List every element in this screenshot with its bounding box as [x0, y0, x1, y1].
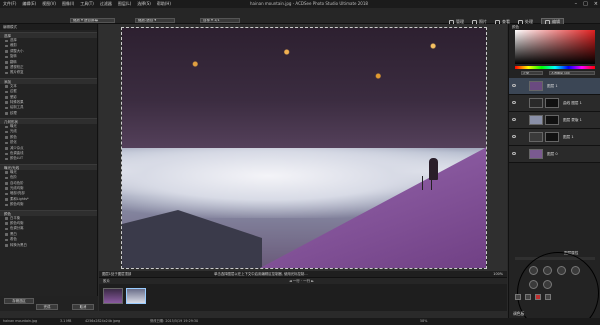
window-title: hainan mountain.jpg - ACDSee Photo Studi… — [250, 1, 368, 6]
status-date: 修改日期: 2015/5/19 19:29:30 — [150, 319, 199, 323]
tool-group: 曝光/光线 曝光 色阶 自动色阶 光线均衡 暗部/亮部 柔和Lights* 颜色均衡 — [0, 163, 97, 208]
tool-group: 几何形状 曝光 光线 颜色 锐化 减少杂点 色调曲线 颜色LUT — [0, 118, 97, 162]
duplicate-layer-icon[interactable] — [525, 294, 531, 300]
layer-row[interactable]: 图层 1 — [509, 129, 600, 146]
visibility-eye-icon[interactable] — [512, 101, 516, 104]
menu-item[interactable]: 图层(L) — [115, 1, 134, 7]
minimize-icon[interactable]: – — [575, 1, 578, 7]
done-button[interactable]: 完成 — [36, 304, 58, 310]
layer-mask-thumbnail[interactable] — [545, 115, 559, 125]
layer-name: 曲线 图层 1 — [563, 101, 582, 105]
target-dropdown[interactable]: 目标 ▾ 1/1 — [200, 18, 240, 23]
layer-dropdown[interactable]: 缩放-适合 ▾ — [135, 18, 175, 23]
status-zoom: 58% — [420, 319, 428, 323]
layer-row[interactable]: 图层 蒙版 1 — [509, 112, 600, 129]
menu-bar: 文件(F) 编辑(E) 视图(V) 图像(I) 工具(T) 过滤器 图层(L) 选择(S) 帮助… — [0, 1, 174, 7]
filmstrip-thumb-selected[interactable] — [126, 288, 146, 304]
menu-item[interactable]: 编辑(E) — [19, 1, 39, 7]
menu-item[interactable]: 选择(S) — [134, 1, 154, 7]
cancel-button[interactable]: 取消 — [72, 304, 94, 310]
tool-item[interactable]: 纹理 — [0, 111, 97, 116]
layer-thumbnail[interactable] — [529, 132, 543, 142]
palette-label: 调色板 — [513, 311, 525, 316]
layer-mask-thumbnail[interactable] — [545, 132, 559, 142]
highlight-circle — [517, 252, 599, 325]
tool-item[interactable]: 颜色LUT — [0, 156, 97, 161]
brightness-icon[interactable] — [557, 266, 566, 275]
panel-title: 编辑模式 — [0, 24, 97, 30]
menu-item[interactable]: 视图(V) — [39, 1, 59, 7]
status-file: hainan mountain.jpg — [3, 319, 38, 323]
status-size: 3.1 MB — [60, 319, 72, 323]
effects-icon[interactable] — [543, 280, 552, 289]
tool-item[interactable]: 颜色均衡 — [0, 202, 97, 207]
image-canvas[interactable] — [99, 24, 507, 271]
layer-tool-cluster — [509, 252, 600, 325]
photo-inverted-city — [122, 28, 486, 148]
save-selection-button[interactable]: 存储选区 — [4, 298, 34, 304]
mask-icon[interactable] — [529, 280, 538, 289]
layer-name: 图层 0 — [547, 152, 558, 156]
filmstrip-header: 胶片 ◄ 一行 · 一行 ► — [99, 277, 507, 284]
maximize-icon[interactable]: □ — [583, 1, 588, 7]
add-layer-icon[interactable] — [529, 266, 538, 275]
layer-name: 图层 1 — [563, 135, 574, 139]
edit-tools-panel: 编辑模式 选择 选择 裁剪 调整大小 旋转 翻转 透视校正 照片修复 添加 文本 边框 晕影 特殊效果绘… — [0, 24, 98, 303]
zoom-dropdown[interactable]: 缩放 ▾ 适合屏幕 — [70, 18, 115, 23]
layer-name: 图层 1 — [547, 84, 558, 88]
window-controls: – □ × — [575, 1, 598, 7]
left-panel-footer: 存储选区 完成 取消 — [0, 296, 98, 311]
layer-row[interactable]: 图层 0 — [509, 146, 600, 163]
visibility-eye-icon[interactable] — [512, 152, 516, 155]
photo-person — [429, 158, 438, 180]
menu-item[interactable]: 过滤器 — [97, 1, 115, 7]
toolbar: 缩放 ▾ 适合屏幕 缩放-适合 ▾ 目标 ▾ 1/1 管理 照片 查看 处理 编… — [0, 8, 600, 26]
tool-group: 选择 选择 裁剪 调整大小 旋转 翻转 透视校正 照片修复 — [0, 32, 97, 76]
layers-panel: 颜色 正常 不透明度 100 图层 1 曲线 图层 1 图层 蒙版 1 图层 1 图层 … — [508, 24, 600, 325]
visibility-eye-icon[interactable] — [512, 84, 516, 87]
menu-item[interactable]: 图像(I) — [59, 1, 77, 7]
filmstrip-thumb[interactable] — [103, 288, 123, 304]
layer-actions — [515, 294, 551, 300]
menu-item[interactable]: 工具(T) — [77, 1, 97, 7]
adjust-layer-icon[interactable] — [543, 266, 552, 275]
tool-group: 颜色 白平衡 颜色均衡 色调分离 黑白 着色 转换为黑白 — [0, 209, 97, 248]
visibility-eye-icon[interactable] — [512, 135, 516, 138]
layer-thumbnail[interactable] — [529, 81, 543, 91]
layer-name: 图层 蒙版 1 — [563, 118, 582, 122]
edited-photo[interactable] — [121, 27, 487, 269]
delete-layer-icon[interactable] — [545, 294, 551, 300]
filmstrip — [99, 284, 507, 311]
layer-row[interactable]: 曲线 图层 1 — [509, 95, 600, 112]
title-bar: 文件(F) 编辑(E) 视图(V) 图像(I) 工具(T) 过滤器 图层(L) 选择(S) 帮助… — [0, 0, 600, 8]
status-dimensions: 4256x2824x24b jpeg — [85, 319, 121, 323]
tool-group: 添加 文本 边框 晕影 特殊效果 绘制工具 纹理 — [0, 77, 97, 116]
layer-mask-thumbnail[interactable] — [545, 98, 559, 108]
layer-thumbnail[interactable] — [529, 98, 543, 108]
color-picker[interactable] — [515, 30, 595, 64]
contrast-icon[interactable] — [571, 266, 580, 275]
tool-item[interactable]: 转换为黑白 — [0, 243, 97, 248]
menu-item[interactable]: 文件(F) — [0, 1, 19, 7]
visibility-eye-icon[interactable] — [512, 118, 516, 121]
menu-item[interactable]: 帮助(H) — [154, 1, 174, 7]
layer-row[interactable]: 图层 1 — [509, 78, 600, 95]
hue-slider[interactable] — [515, 66, 595, 69]
new-layer-icon[interactable] — [515, 294, 521, 300]
status-bar: hainan mountain.jpg 3.1 MB 4256x2824x24b… — [0, 318, 600, 325]
tool-item[interactable]: 照片修复 — [0, 70, 97, 75]
layer-thumbnail[interactable] — [529, 149, 543, 159]
blend-mode-select[interactable]: 正常 — [521, 71, 543, 75]
opacity-field[interactable]: 不透明度 100 — [549, 71, 595, 75]
layers-list: 图层 1 曲线 图层 1 图层 蒙版 1 图层 1 图层 0 — [509, 78, 600, 163]
layer-thumbnail[interactable] — [529, 115, 543, 125]
layer-style-icon[interactable] — [535, 294, 541, 300]
close-icon[interactable]: × — [594, 1, 598, 7]
